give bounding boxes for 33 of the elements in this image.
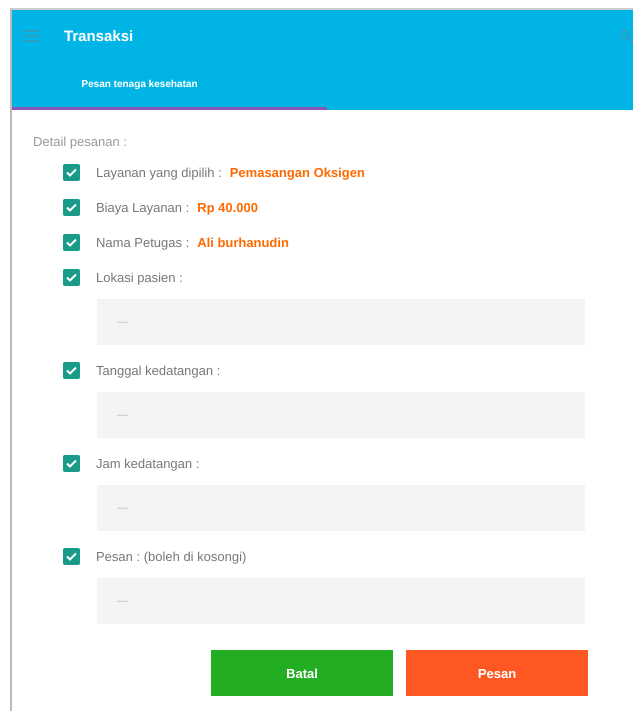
checkbox[interactable] bbox=[63, 548, 80, 565]
checkbox[interactable] bbox=[63, 164, 80, 181]
section-title: Detail pesanan : bbox=[33, 134, 128, 149]
field-label: Biaya Layanan : bbox=[96, 200, 190, 215]
checkbox[interactable] bbox=[63, 199, 80, 216]
check-icon bbox=[66, 203, 77, 212]
field-label: Tanggal kedatangan : bbox=[96, 363, 220, 378]
field-label: Jam kedatangan : bbox=[96, 456, 200, 471]
input-field[interactable]: — bbox=[97, 578, 585, 624]
input-field[interactable]: — bbox=[97, 392, 585, 438]
checkbox[interactable] bbox=[63, 455, 80, 472]
input-field[interactable]: — bbox=[97, 299, 585, 345]
field-label: Pesan : (boleh di kosongi) bbox=[96, 549, 246, 564]
check-icon bbox=[66, 459, 77, 468]
checkbox[interactable] bbox=[63, 234, 80, 251]
tab[interactable]: Pesan tenaga kesehatan bbox=[12, 62, 327, 110]
checkbox[interactable] bbox=[63, 269, 80, 286]
field-label: Layanan yang dipilih : bbox=[96, 165, 222, 180]
field-value: Pemasangan Oksigen bbox=[230, 165, 365, 180]
field-value: Rp 40.000 bbox=[197, 200, 258, 215]
checkbox[interactable] bbox=[63, 362, 80, 379]
cancel-button[interactable]: Batal bbox=[211, 650, 393, 696]
check-icon bbox=[66, 552, 77, 561]
input-field[interactable]: — bbox=[97, 485, 585, 531]
check-icon bbox=[66, 238, 77, 247]
check-icon bbox=[66, 273, 77, 282]
check-icon bbox=[66, 168, 77, 177]
field-label: Nama Petugas : bbox=[96, 235, 190, 250]
field-value: Ali burhanudin bbox=[197, 235, 289, 250]
submit-button[interactable]: Pesan bbox=[406, 650, 588, 696]
app-title: Transaksi bbox=[64, 28, 134, 44]
check-icon bbox=[66, 366, 77, 375]
field-label: Lokasi pasien : bbox=[96, 270, 183, 285]
